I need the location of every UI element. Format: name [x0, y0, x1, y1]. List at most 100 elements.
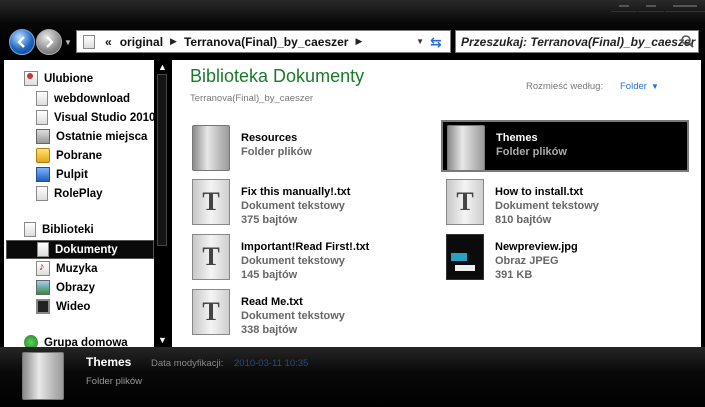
- sidebar-item-documents[interactable]: Dokumenty: [6, 240, 154, 259]
- sidebar-item-label: Pulpit: [56, 168, 88, 181]
- file-tile-themes[interactable]: Themes Folder plików: [441, 120, 689, 172]
- file-tile-read-me[interactable]: T Read Me.txt Dokument tekstowy 338 bajt…: [188, 286, 436, 338]
- file-name: Important!Read First!.txt: [241, 241, 370, 253]
- sidebar-item-label: Dokumenty: [55, 243, 118, 256]
- file-type: Folder plików: [496, 146, 567, 158]
- navigation-pane: Ulubione webdownload Visual Studio 2010 …: [4, 60, 170, 347]
- sidebar-item-videos[interactable]: Wideo: [36, 297, 90, 316]
- sidebar-item-label: Biblioteki: [42, 223, 94, 236]
- text-file-icon: T: [446, 179, 484, 225]
- sidebar-item-music[interactable]: Muzyka: [36, 259, 98, 278]
- file-name: Themes: [496, 132, 538, 144]
- sidebar-item-label: Ostatnie miejsca: [56, 130, 148, 143]
- documents-icon: [37, 242, 49, 257]
- details-date-label: Data modyfikacji:: [151, 358, 224, 369]
- minimize-button[interactable]: [611, 0, 637, 12]
- file-name: How to install.txt: [495, 186, 583, 198]
- file-type: Dokument tekstowy: [241, 255, 345, 267]
- file-type: Dokument tekstowy: [241, 200, 345, 212]
- sidebar-item-visual-studio[interactable]: Visual Studio 2010: [36, 108, 155, 127]
- chevron-down-icon[interactable]: ▼: [416, 37, 424, 46]
- file-list-pane: Biblioteka Dokumenty Terranova(Final)_by…: [172, 60, 701, 347]
- folder-icon: [192, 125, 230, 171]
- search-icon[interactable]: [680, 34, 694, 48]
- downloads-folder-icon: [36, 148, 50, 163]
- file-size: 145 bajtów: [241, 269, 298, 281]
- sidebar-libraries[interactable]: Biblioteki: [24, 220, 94, 239]
- back-button[interactable]: [9, 29, 35, 55]
- file-name: Resources: [241, 132, 298, 144]
- chevron-right-icon[interactable]: ▶: [352, 36, 365, 47]
- file-tile-important-read-first[interactable]: T Important!Read First!.txt Dokument tek…: [188, 231, 436, 283]
- sidebar-scrollbar[interactable]: ▲ ▼: [154, 60, 170, 347]
- image-file-icon: [446, 234, 484, 280]
- arrange-by-label: Rozmieść według:: [526, 81, 604, 92]
- file-type: Dokument tekstowy: [495, 200, 599, 212]
- folder-icon: [22, 352, 64, 400]
- page-icon: [83, 34, 95, 49]
- scrollbar-thumb[interactable]: [157, 74, 167, 246]
- file-tile-resources[interactable]: Resources Folder plików: [188, 122, 436, 174]
- recent-pages-dropdown[interactable]: ▼: [64, 38, 72, 47]
- file-name: Fix this manually!.txt: [241, 186, 351, 198]
- videos-icon: [36, 299, 50, 314]
- sidebar-homegroup[interactable]: Grupa domowa: [24, 333, 128, 347]
- search-input[interactable]: Przeszukaj: Terranova(Final)_by_caeszer: [455, 30, 699, 53]
- sidebar-item-label: Pobrane: [56, 149, 103, 162]
- pictures-icon: [36, 280, 50, 295]
- text-file-icon: T: [192, 179, 230, 225]
- address-bar[interactable]: « original ▶ Terranova(Final)_by_caeszer…: [76, 30, 451, 53]
- breadcrumb-original[interactable]: original: [116, 35, 167, 49]
- file-size: 810 bajtów: [495, 214, 552, 226]
- music-icon: [36, 261, 50, 276]
- favorites-icon: [24, 71, 38, 86]
- sidebar-item-downloads[interactable]: Pobrane: [36, 146, 102, 165]
- file-type: Folder plików: [241, 146, 312, 158]
- sidebar-item-label: Ulubione: [44, 72, 94, 85]
- sidebar-item-label: Wideo: [56, 300, 91, 313]
- file-type: Obraz JPEG: [495, 255, 559, 267]
- file-name: Read Me.txt: [241, 296, 303, 308]
- sidebar-item-label: webdownload: [54, 92, 131, 105]
- breadcrumb-overflow[interactable]: «: [101, 35, 116, 49]
- file-tile-how-to-install[interactable]: T How to install.txt Dokument tekstowy 8…: [442, 176, 690, 228]
- library-subtitle: Terranova(Final)_by_caeszer: [190, 93, 314, 104]
- text-file-icon: T: [192, 289, 230, 335]
- details-file-type: Folder plików: [86, 376, 142, 387]
- file-tile-fix-this-manually[interactable]: T Fix this manually!.txt Dokument teksto…: [188, 176, 436, 228]
- page-icon: [36, 91, 48, 106]
- close-button[interactable]: [665, 0, 705, 12]
- breadcrumb-current[interactable]: Terranova(Final)_by_caeszer: [180, 35, 353, 49]
- sidebar-item-label: Muzyka: [56, 262, 98, 275]
- sidebar-item-desktop[interactable]: Pulpit: [36, 165, 88, 184]
- chevron-right-icon[interactable]: ▶: [167, 36, 180, 47]
- sidebar-item-label: Grupa domowa: [44, 336, 128, 348]
- file-size: 338 bajtów: [241, 324, 298, 336]
- homegroup-icon: [24, 335, 38, 347]
- search-placeholder: Przeszukaj: Terranova(Final)_by_caeszer: [461, 34, 696, 49]
- details-date-value: 2010-03-11 10:35: [234, 358, 309, 369]
- desktop-icon: [36, 167, 50, 182]
- arrow-left-icon: [17, 36, 25, 48]
- arrow-right-icon: [46, 36, 54, 48]
- libraries-icon: [24, 222, 36, 237]
- arrange-by-value: Folder: [620, 81, 647, 92]
- chevron-down-icon: ▼: [650, 82, 659, 91]
- sidebar-item-pictures[interactable]: Obrazy: [36, 278, 95, 297]
- page-icon: [36, 110, 48, 125]
- scroll-down-icon[interactable]: ▼: [158, 335, 167, 345]
- file-name: Newpreview.jpg: [495, 241, 578, 253]
- recent-places-icon: [36, 129, 50, 144]
- forward-button[interactable]: [36, 29, 62, 55]
- file-tile-newpreview[interactable]: Newpreview.jpg Obraz JPEG 391 KB: [442, 231, 690, 283]
- sidebar-favorites[interactable]: Ulubione: [24, 69, 93, 88]
- page-icon: [36, 186, 48, 201]
- arrange-by-dropdown[interactable]: Folder ▼: [620, 81, 659, 92]
- sidebar-item-recent-places[interactable]: Ostatnie miejsca: [36, 127, 147, 146]
- window-chrome: ▼ « original ▶ Terranova(Final)_by_caesz…: [0, 0, 705, 58]
- sidebar-item-roleplay[interactable]: RolePlay: [36, 184, 103, 203]
- refresh-icon[interactable]: ⇆: [430, 34, 446, 50]
- scroll-up-icon[interactable]: ▲: [158, 62, 167, 72]
- sidebar-item-webdownload[interactable]: webdownload: [36, 89, 130, 108]
- maximize-button[interactable]: [638, 0, 664, 12]
